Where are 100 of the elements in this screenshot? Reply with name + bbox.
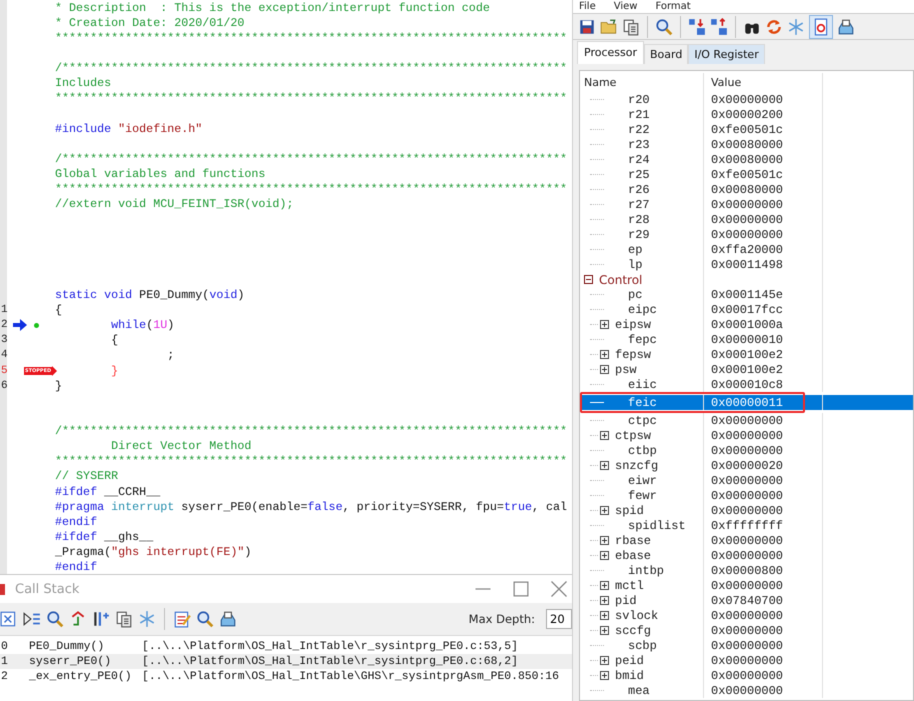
- register-name: r23: [628, 138, 650, 152]
- register-value: 0x00000000: [711, 444, 784, 458]
- register-value: 0x00000010: [711, 332, 784, 346]
- code-line: *************************************************************************: [55, 454, 567, 468]
- register-value: 0x00000000: [711, 488, 784, 502]
- register-value: 0x07840700: [711, 594, 784, 608]
- tab[interactable]: I/O Register: [688, 44, 765, 64]
- register-name: ep: [628, 242, 642, 256]
- expand-icon[interactable]: [600, 365, 609, 374]
- code-line: {: [55, 303, 62, 318]
- call-stack-row[interactable]: 1 syserr_PE0() [..\..\Platform\OS_Hal_IntTable\r_sysintprg_PE0.c:68,2]: [0, 654, 572, 669]
- register-value: 0xffffffff: [711, 518, 784, 532]
- selected-row[interactable]: feic 0x00000011: [580, 392, 913, 413]
- expand-icon[interactable]: [600, 671, 609, 680]
- code-line: #include "iodefine.h": [55, 122, 202, 136]
- code-line: #pragma interrupt syserr_PE0(enable=false, priority=SYSERR, fpu=true, cal: [55, 500, 568, 514]
- register-name: r20: [628, 92, 650, 106]
- code-line: Includes: [55, 76, 112, 90]
- code-line: _Pragma("ghs interrupt(FE)"): [55, 545, 252, 560]
- register-value: 0x00000000: [711, 608, 784, 622]
- menu-item[interactable]: File: [579, 0, 596, 13]
- tray-icon[interactable]: [837, 18, 855, 36]
- grid-arrow-icon[interactable]: [688, 18, 706, 36]
- register-value: 0x000100e2: [711, 348, 784, 362]
- column-plus-icon[interactable]: [92, 610, 110, 628]
- code-line: static void PE0_Dummy(void): [55, 288, 244, 302]
- branch-arrows-icon[interactable]: [69, 610, 87, 628]
- register-value: 0xfe00501c: [711, 168, 784, 182]
- cross-box-icon[interactable]: [0, 610, 18, 628]
- code-line: /************************************************************************: [55, 61, 567, 76]
- register-value: 0xfe00501c: [711, 122, 784, 136]
- expand-icon[interactable]: [600, 320, 609, 329]
- register-value: 0x00000800: [711, 564, 784, 578]
- code-line: *************************************************************************: [55, 91, 567, 106]
- triangle-list-icon[interactable]: [23, 610, 41, 628]
- register-value: 0x00000000: [711, 548, 784, 562]
- magnifier-icon[interactable]: [196, 610, 214, 628]
- magnifier-icon[interactable]: [46, 610, 64, 628]
- tab[interactable]: Processor: [577, 41, 644, 64]
- register-value: 0x00000000: [711, 198, 784, 212]
- expand-icon[interactable]: [600, 596, 609, 605]
- line-number: 2: [0, 319, 9, 332]
- expand-icon[interactable]: [600, 611, 609, 620]
- register-name: ctpc: [628, 414, 657, 428]
- code-line: Global variables and functions: [55, 166, 266, 181]
- source-location: [..\..\Platform\OS_Hal_IntTable\r_sysintprg_PE0.c:53,5]: [142, 640, 518, 652]
- register-name: eiwr: [628, 474, 657, 488]
- snowflake-icon[interactable]: [787, 18, 805, 36]
- menu-item[interactable]: View: [614, 0, 638, 13]
- magnifier-icon[interactable]: [655, 18, 673, 36]
- expand-icon[interactable]: [600, 350, 609, 359]
- register-name: ctbp: [628, 444, 657, 458]
- code-line: {: [110, 333, 118, 348]
- function-name[interactable]: _ex_entry_PE0(): [29, 670, 142, 682]
- pressed-toggle-button[interactable]: [809, 14, 833, 38]
- expand-icon[interactable]: [600, 536, 609, 545]
- source-location: [..\..\Platform\OS_Hal_IntTable\r_sysintprg_PE0.c:68,2]: [142, 656, 518, 668]
- expand-icon[interactable]: [600, 626, 609, 635]
- register-name: scbp: [628, 638, 657, 652]
- code-line: Direct Vector Method: [110, 439, 252, 454]
- line-number: 4: [0, 349, 9, 362]
- register-name: spidlist: [628, 518, 686, 532]
- documents-icon[interactable]: [622, 18, 640, 36]
- tray-icon[interactable]: [219, 610, 237, 628]
- tab[interactable]: Board: [644, 44, 688, 64]
- expand-icon[interactable]: [600, 551, 609, 560]
- register-value: 0x00000000: [711, 578, 784, 592]
- code-line: *************************************************************************: [55, 30, 567, 45]
- register-value: 0x00000000: [711, 624, 784, 638]
- line-number: 6: [0, 380, 9, 392]
- register-name: r22: [628, 122, 650, 136]
- expand-icon[interactable]: [600, 461, 609, 470]
- max-depth-field[interactable]: 20: [546, 609, 572, 629]
- expand-icon[interactable]: [600, 431, 609, 440]
- folder-icon[interactable]: [600, 18, 618, 36]
- expand-icon[interactable]: [600, 506, 609, 515]
- function-name[interactable]: PE0_Dummy(): [29, 640, 142, 652]
- frame-index: 2: [0, 670, 9, 682]
- document-arrows-icon: [812, 18, 830, 36]
- register-value: 0x00000200: [711, 108, 784, 122]
- code-line: /************************************************************************: [55, 424, 567, 438]
- grid-arrow-icon[interactable]: [710, 18, 728, 36]
- code-line: * Creation Date: 2020/01/20: [55, 16, 244, 30]
- expand-icon[interactable]: [600, 656, 609, 665]
- expand-icon[interactable]: [600, 581, 609, 590]
- code-line: *************************************************************************: [55, 182, 567, 196]
- column-header[interactable]: Value: [711, 76, 742, 89]
- code-line: #ifdef __CCRH__: [55, 484, 160, 499]
- collapse-icon[interactable]: [584, 275, 593, 284]
- register-name: eipc: [628, 302, 657, 316]
- circular-arrows-icon[interactable]: [765, 18, 783, 36]
- documents-icon[interactable]: [115, 610, 133, 628]
- snowflake-icon[interactable]: [138, 610, 156, 628]
- frame-index: 1: [0, 656, 9, 668]
- function-name[interactable]: syserr_PE0(): [29, 656, 142, 668]
- frame-index: 0: [0, 640, 9, 652]
- register-value: 0x00000000: [711, 534, 784, 548]
- column-header[interactable]: Name: [584, 76, 616, 89]
- menu-item[interactable]: Format: [655, 0, 691, 13]
- notepad-icon[interactable]: [173, 610, 191, 628]
